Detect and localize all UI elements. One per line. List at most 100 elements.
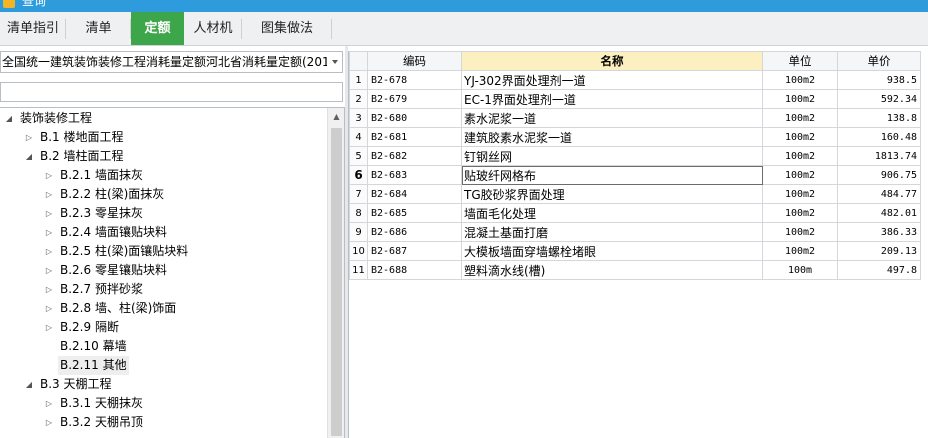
tree-node[interactable]: ▷ B.2.6 零星镶贴块料 [0,261,326,280]
row-number-cell[interactable]: 11 [349,260,368,280]
tree-node[interactable]: ▷ B.2.7 预拌砂浆 [0,280,326,299]
price-cell[interactable]: 497.8 [837,260,921,280]
expanded-triangle-icon[interactable]: ◢ [24,147,34,166]
code-cell[interactable]: B2-678 [367,70,462,90]
tree-node[interactable]: B.2.11 其他 [0,356,326,375]
tab-quota[interactable]: 定额 [131,12,184,45]
chevron-down-icon[interactable] [332,60,338,64]
table-row[interactable]: 8 B2-685 墙面毛化处理 100m2 482.01 [349,203,921,223]
table-row[interactable]: 5 B2-682 钉钢丝网 100m2 1813.74 [349,146,921,166]
name-cell[interactable]: 混凝土基面打磨 [461,222,763,242]
unit-cell[interactable]: 100m [762,260,838,280]
tree-node[interactable]: ▷ B.2.1 墙面抹灰 [0,166,326,185]
tree-node[interactable]: ▷ B.1 楼地面工程 [0,128,326,147]
unit-cell[interactable]: 100m2 [762,89,838,109]
unit-cell[interactable]: 100m2 [762,203,838,223]
unit-cell[interactable]: 100m2 [762,241,838,261]
unit-cell[interactable]: 100m2 [762,108,838,128]
tree-node[interactable]: B.2.10 幕墙 [0,337,326,356]
tree-node[interactable]: ◢ 装饰装修工程 [0,109,326,128]
code-column-header[interactable]: 编码 [367,51,462,71]
collapsed-triangle-icon[interactable]: ▷ [44,413,54,432]
price-cell[interactable]: 938.5 [837,70,921,90]
tree-node[interactable]: ◢ B.2 墙柱面工程 [0,147,326,166]
name-cell[interactable]: 钉钢丝网 [461,146,763,166]
unit-cell[interactable]: 100m2 [762,184,838,204]
tree-node[interactable]: ▷ B.2.9 隔断 [0,318,326,337]
scroll-thumb[interactable] [331,128,342,436]
tree-node[interactable]: ◢ B.3 天棚工程 [0,375,326,394]
code-cell[interactable]: B2-686 [367,222,462,242]
name-cell[interactable]: YJ-302界面处理剂一道 [461,70,763,90]
price-cell[interactable]: 1813.74 [837,146,921,166]
collapsed-triangle-icon[interactable]: ▷ [44,280,54,299]
tab-bill-guide[interactable]: 清单指引 [0,12,66,45]
price-cell[interactable]: 386.33 [837,222,921,242]
code-cell[interactable]: B2-680 [367,108,462,128]
unit-cell[interactable]: 100m2 [762,127,838,147]
table-row[interactable]: 6 B2-683 贴玻纤网格布 100m2 906.75 [349,165,921,185]
row-number-cell[interactable]: 10 [349,241,368,261]
row-number-cell[interactable]: 1 [349,70,368,90]
table-row[interactable]: 1 B2-678 YJ-302界面处理剂一道 100m2 938.5 [349,70,921,90]
price-cell[interactable]: 906.75 [837,165,921,185]
name-cell[interactable]: TG胶砂浆界面处理 [461,184,763,204]
name-column-header[interactable]: 名称 [461,51,763,71]
tree-filter-input[interactable] [0,82,343,102]
tab-atlas-method[interactable]: 图集做法 [242,12,332,45]
tree-node[interactable]: ▷ B.2.4 墙面镶贴块料 [0,223,326,242]
price-column-header[interactable]: 单价 [837,51,921,71]
tree-node[interactable]: ▷ B.3.2 天棚吊顶 [0,413,326,432]
table-row[interactable]: 4 B2-681 建筑胶素水泥浆一道 100m2 160.48 [349,127,921,147]
code-cell[interactable]: B2-687 [367,241,462,261]
row-number-cell[interactable]: 8 [349,203,368,223]
row-number-cell[interactable]: 6 [349,165,368,185]
name-cell[interactable]: 建筑胶素水泥浆一道 [461,127,763,147]
code-cell[interactable]: B2-688 [367,260,462,280]
quota-library-select[interactable]: 全国统一建筑装饰装修工程消耗量定额河北省消耗量定额(201 [0,51,343,73]
code-cell[interactable]: B2-685 [367,203,462,223]
table-row[interactable]: 3 B2-680 素水泥浆一道 100m2 138.8 [349,108,921,128]
collapsed-triangle-icon[interactable]: ▷ [44,166,54,185]
collapsed-triangle-icon[interactable]: ▷ [44,242,54,261]
unit-cell[interactable]: 100m2 [762,70,838,90]
unit-cell[interactable]: 100m2 [762,146,838,166]
tree-node[interactable]: ▷ B.2.2 柱(梁)面抹灰 [0,185,326,204]
table-row[interactable]: 9 B2-686 混凝土基面打磨 100m2 386.33 [349,222,921,242]
unit-cell[interactable]: 100m2 [762,222,838,242]
row-number-cell[interactable]: 7 [349,184,368,204]
collapsed-triangle-icon[interactable]: ▷ [44,223,54,242]
expanded-triangle-icon[interactable]: ◢ [24,375,34,394]
table-row[interactable]: 2 B2-679 EC-1界面处理剂一道 100m2 592.34 [349,89,921,109]
table-row[interactable]: 11 B2-688 塑料滴水线(槽) 100m 497.8 [349,260,921,280]
code-cell[interactable]: B2-684 [367,184,462,204]
code-cell[interactable]: B2-679 [367,89,462,109]
name-cell[interactable]: 大模板墙面穿墙螺栓堵眼 [461,241,763,261]
expanded-triangle-icon[interactable]: ◢ [4,109,14,128]
tree-node[interactable]: ▷ B.2.3 零星抹灰 [0,204,326,223]
price-cell[interactable]: 484.77 [837,184,921,204]
unit-column-header[interactable]: 单位 [762,51,838,71]
tree-scrollbar[interactable]: ▲ [327,108,344,438]
row-number-cell[interactable]: 4 [349,127,368,147]
price-cell[interactable]: 138.8 [837,108,921,128]
table-row[interactable]: 10 B2-687 大模板墙面穿墙螺栓堵眼 100m2 209.13 [349,241,921,261]
collapsed-triangle-icon[interactable]: ▷ [44,204,54,223]
name-cell[interactable]: 贴玻纤网格布 [461,165,763,185]
row-number-cell[interactable]: 5 [349,146,368,166]
tree-node[interactable]: ▷ B.2.5 柱(梁)面镶贴块料 [0,242,326,261]
collapsed-triangle-icon[interactable]: ▷ [44,185,54,204]
collapsed-triangle-icon[interactable]: ▷ [24,128,34,147]
name-cell[interactable]: 墙面毛化处理 [461,203,763,223]
collapsed-triangle-icon[interactable]: ▷ [44,394,54,413]
collapsed-triangle-icon[interactable]: ▷ [44,261,54,280]
collapsed-triangle-icon[interactable]: ▷ [44,318,54,337]
table-row[interactable]: 7 B2-684 TG胶砂浆界面处理 100m2 484.77 [349,184,921,204]
tab-labor-material-machine[interactable]: 人材机 [184,12,242,45]
name-cell[interactable]: 素水泥浆一道 [461,108,763,128]
tab-bill[interactable]: 清单 [66,12,131,45]
price-cell[interactable]: 592.34 [837,89,921,109]
tree-node[interactable]: ▷ B.3.1 天棚抹灰 [0,394,326,413]
name-cell[interactable]: 塑料滴水线(槽) [461,260,763,280]
unit-cell[interactable]: 100m2 [762,165,838,185]
